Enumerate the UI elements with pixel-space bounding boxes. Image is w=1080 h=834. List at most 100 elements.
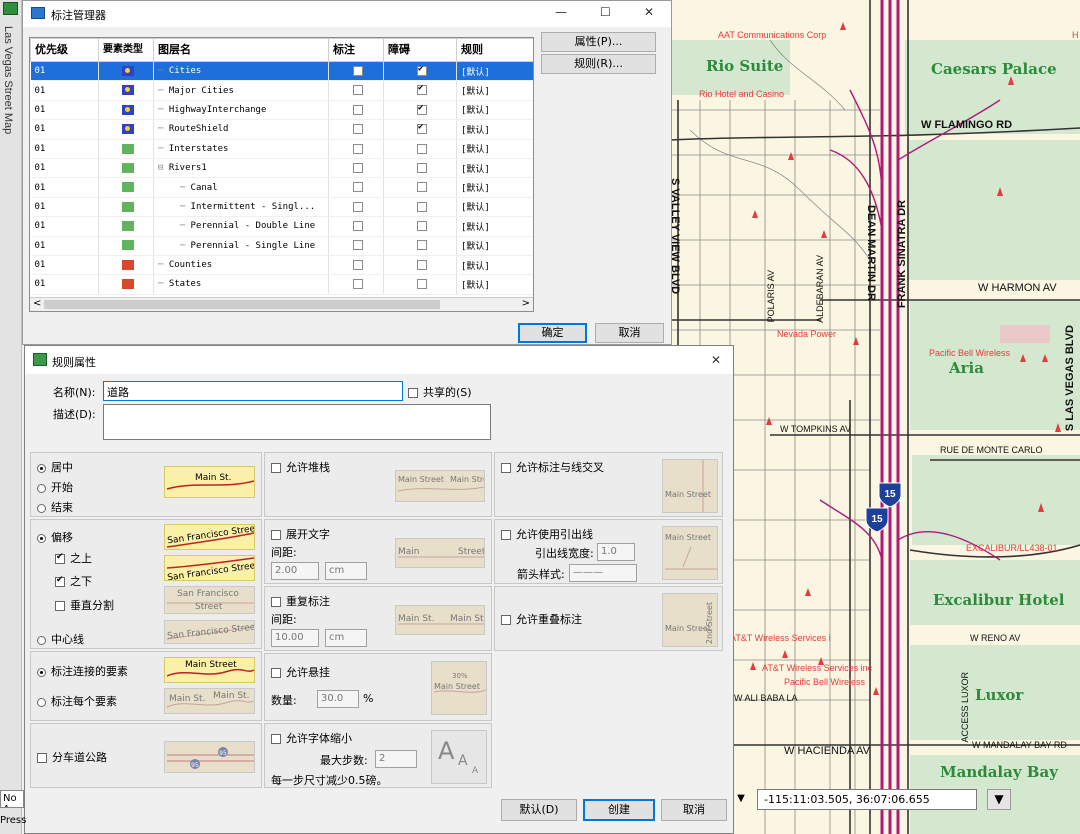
- table-row[interactable]: 01 ─ RouteShield [默认]: [30, 119, 533, 140]
- table-row[interactable]: 01 ─ Perennial - Double Line [默认]: [30, 216, 533, 237]
- barrier-checkbox[interactable]: [417, 221, 427, 232]
- checkbox-allow-leader[interactable]: 允许使用引出线: [501, 526, 593, 542]
- label-checkbox[interactable]: [353, 162, 363, 173]
- checkbox-spread-text[interactable]: 展开文字: [271, 526, 330, 542]
- rule-cell[interactable]: [默认]: [456, 158, 533, 179]
- table-row[interactable]: 01 ─ Perennial - Single Line [默认]: [30, 236, 533, 256]
- label-checkbox[interactable]: [353, 279, 363, 290]
- scroll-right-icon[interactable]: >: [522, 298, 530, 309]
- cancel-button[interactable]: 取消: [595, 323, 664, 343]
- table-row[interactable]: 01 ─ States [默认]: [30, 274, 533, 295]
- label-checkbox[interactable]: [353, 201, 363, 212]
- scrollbar-thumb[interactable]: [44, 300, 440, 309]
- barrier-checkbox[interactable]: [417, 182, 427, 193]
- checkbox-allow-overlap[interactable]: 允许重叠标注: [501, 611, 582, 627]
- rule-cell[interactable]: [默认]: [456, 177, 533, 198]
- rule-cell[interactable]: [默认]: [456, 139, 533, 159]
- barrier-checkbox[interactable]: [417, 143, 427, 154]
- label-checkbox[interactable]: [353, 104, 363, 115]
- rule-dialog-titlebar[interactable]: 规则属性 ✕: [25, 346, 733, 374]
- barrier-checkbox[interactable]: [417, 122, 427, 135]
- radio-label-each[interactable]: 标注每个要素: [37, 693, 117, 709]
- ok-button[interactable]: 确定: [518, 323, 587, 343]
- table-row[interactable]: 01 ─ Canal [默认]: [30, 177, 533, 198]
- table-row[interactable]: 01 ─ Major Cities [默认]: [30, 80, 533, 101]
- table-row[interactable]: 01 ─ HighwayInterchange [默认]: [30, 100, 533, 121]
- rule-cell[interactable]: [默认]: [456, 80, 533, 101]
- coordinate-field[interactable]: -115:11:03.505, 36:07:06.655: [757, 789, 977, 810]
- chevron-down-icon[interactable]: ▼: [733, 789, 749, 810]
- barrier-checkbox[interactable]: [417, 259, 427, 270]
- table-row[interactable]: 01 ─ Counties [默认]: [30, 255, 533, 276]
- col-rule[interactable]: 规则: [456, 38, 533, 62]
- barrier-checkbox[interactable]: [417, 240, 427, 251]
- checkbox-repeat-label[interactable]: 重复标注: [271, 593, 330, 609]
- arrow-style-select[interactable]: ———: [569, 564, 637, 582]
- rule-cell[interactable]: [默认]: [456, 236, 533, 256]
- rule-cell[interactable]: [默认]: [456, 255, 533, 276]
- table-row[interactable]: 01 ─ Intermittent - Singl... [默认]: [30, 197, 533, 218]
- barrier-checkbox[interactable]: [417, 83, 427, 96]
- close-button[interactable]: ✕: [644, 5, 654, 19]
- name-field[interactable]: 道路: [103, 381, 403, 401]
- spread-unit-select[interactable]: cm: [325, 562, 367, 580]
- rule-cell[interactable]: [默认]: [456, 61, 533, 82]
- description-field[interactable]: [103, 404, 491, 440]
- checkbox-allow-overhang[interactable]: 允许悬挂: [271, 664, 330, 680]
- checkbox-below[interactable]: 之下: [55, 573, 92, 589]
- maximize-button[interactable]: ☐: [600, 5, 611, 19]
- radio-center[interactable]: 居中: [37, 459, 73, 475]
- radio-start[interactable]: 开始: [37, 479, 73, 495]
- table-row[interactable]: 01 ⊟ Rivers1 [默认]: [30, 158, 533, 179]
- barrier-checkbox[interactable]: [417, 103, 427, 115]
- col-barrier[interactable]: 障碍: [383, 38, 457, 62]
- barrier-checkbox[interactable]: [417, 162, 427, 173]
- layer-grid[interactable]: 优先级 要素类型 图层名 标注 障碍 规则 01─ Cities[默认]01─ …: [29, 37, 534, 312]
- leader-width-spinner[interactable]: 1.0: [597, 543, 635, 561]
- rule-cell[interactable]: [默认]: [456, 100, 533, 121]
- col-label[interactable]: 标注: [328, 38, 384, 62]
- radio-centerline[interactable]: 中心线: [37, 631, 84, 647]
- checkbox-above[interactable]: 之上: [55, 550, 92, 566]
- create-button[interactable]: 创建: [583, 799, 655, 821]
- label-checkbox[interactable]: [353, 65, 363, 76]
- checkbox-vertical-split[interactable]: 垂直分割: [55, 597, 114, 613]
- radio-end[interactable]: 结束: [37, 499, 73, 515]
- label-checkbox[interactable]: [353, 143, 363, 154]
- rule-cell[interactable]: [默认]: [456, 119, 533, 140]
- properties-button[interactable]: 属性(P)...: [541, 32, 656, 52]
- checkbox-allow-stack[interactable]: 允许堆栈: [271, 459, 330, 475]
- repeat-unit-select[interactable]: cm: [325, 629, 367, 647]
- label-checkbox[interactable]: [353, 182, 363, 193]
- label-checkbox[interactable]: [353, 221, 363, 232]
- spread-spacing-spinner[interactable]: 2.00: [271, 562, 319, 580]
- checkbox-allow-cross-line[interactable]: 允许标注与线交叉: [501, 459, 604, 475]
- barrier-checkbox[interactable]: [417, 64, 427, 76]
- rule-cell[interactable]: [默认]: [456, 197, 533, 218]
- scroll-left-icon[interactable]: <: [33, 298, 41, 309]
- repeat-spacing-spinner[interactable]: 10.00: [271, 629, 319, 647]
- overhang-count-spinner[interactable]: 30.0: [317, 690, 359, 708]
- table-row[interactable]: 01 ─ Interstates [默认]: [30, 139, 533, 159]
- default-button[interactable]: 默认(D): [501, 799, 577, 821]
- cancel-button[interactable]: 取消: [661, 799, 727, 821]
- table-row[interactable]: 01 ─ Cities [默认]: [30, 61, 533, 82]
- label-manager-titlebar[interactable]: 标注管理器 — ☐ ✕: [23, 1, 671, 27]
- checkbox-divided-highway[interactable]: 分车道公路: [37, 749, 107, 765]
- max-steps-spinner[interactable]: 2: [375, 750, 417, 768]
- rules-button[interactable]: 规则(R)...: [541, 54, 656, 74]
- radio-label-connected[interactable]: 标注连接的要素: [37, 663, 128, 679]
- label-checkbox[interactable]: [353, 124, 363, 135]
- rule-cell[interactable]: [默认]: [456, 216, 533, 237]
- label-checkbox[interactable]: [353, 240, 363, 251]
- label-checkbox[interactable]: [353, 85, 363, 96]
- col-feature-type[interactable]: 要素类型: [98, 38, 154, 62]
- col-layer-name[interactable]: 图层名: [153, 38, 329, 62]
- minimize-button[interactable]: —: [555, 5, 567, 19]
- side-tab[interactable]: Las Vegas Street Map: [0, 0, 22, 834]
- label-checkbox[interactable]: [353, 259, 363, 270]
- barrier-checkbox[interactable]: [417, 201, 427, 212]
- checkbox-allow-shrink[interactable]: 允许字体缩小: [271, 730, 352, 746]
- barrier-checkbox[interactable]: [417, 279, 427, 290]
- tree-collapse-icon[interactable]: ⊟: [158, 163, 163, 173]
